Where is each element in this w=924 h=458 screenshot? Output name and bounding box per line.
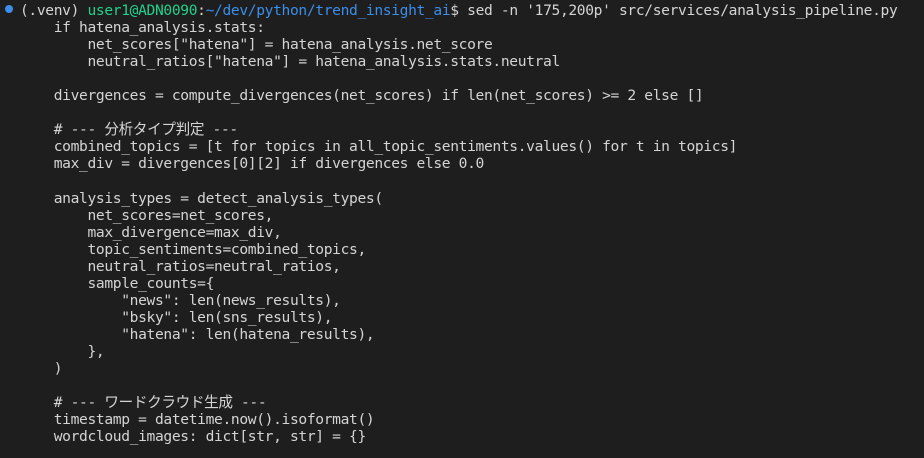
output-line: max_divergence=max_div, xyxy=(20,223,282,241)
output-line: max_div = divergences[0][2] if divergenc… xyxy=(20,155,485,173)
output-line: }, xyxy=(20,342,105,360)
prompt-line: (.venv) user1@ADN0090:~/dev/python/trend… xyxy=(20,2,898,19)
command-text: sed -n '175,200p' src/services/analysis_… xyxy=(467,2,898,19)
output-line: neutral_ratios["hatena"] = hatena_analys… xyxy=(20,53,560,71)
prompt-symbol: $ xyxy=(450,2,459,19)
output-line: ) xyxy=(20,360,63,377)
output-line: analysis_types = detect_analysis_types( xyxy=(20,189,383,207)
current-path: ~/dev/python/trend_insight_ai xyxy=(205,2,451,19)
output-line: "hatena": len(hatena_results), xyxy=(20,325,375,343)
output-line: net_scores["hatena"] = hatena_analysis.n… xyxy=(20,36,493,54)
prompt-status-icon xyxy=(5,5,13,13)
output-line: net_scores=net_scores, xyxy=(20,206,274,224)
output-line: # --- 分析タイプ判定 --- xyxy=(20,121,238,139)
output-line: if hatena_analysis.stats: xyxy=(20,19,265,36)
output-line: topic_sentiments=combined_topics, xyxy=(20,240,366,258)
terminal-window[interactable]: (.venv) user1@ADN0090:~/dev/python/trend… xyxy=(0,0,924,458)
output-line: # --- ワードクラウド生成 --- xyxy=(20,394,267,412)
output-line: "bsky": len(sns_results), xyxy=(20,308,333,326)
output-line: "news": len(news_results), xyxy=(20,291,341,309)
output-line: neutral_ratios=neutral_ratios, xyxy=(20,257,341,275)
output-line: divergences = compute_divergences(net_sc… xyxy=(20,87,704,105)
output-line: combined_topics = [t for topics in all_t… xyxy=(20,138,738,156)
user-host: user1@ADN0090 xyxy=(87,2,198,19)
prompt-separator: : xyxy=(197,2,206,19)
output-line: wordcloud_images: dict[str, str] = {} xyxy=(20,428,367,446)
output-line: sample_counts={ xyxy=(20,274,215,292)
output-line: timestamp = datetime.now().isoformat() xyxy=(20,411,375,429)
venv-label: (.venv) xyxy=(20,2,80,19)
